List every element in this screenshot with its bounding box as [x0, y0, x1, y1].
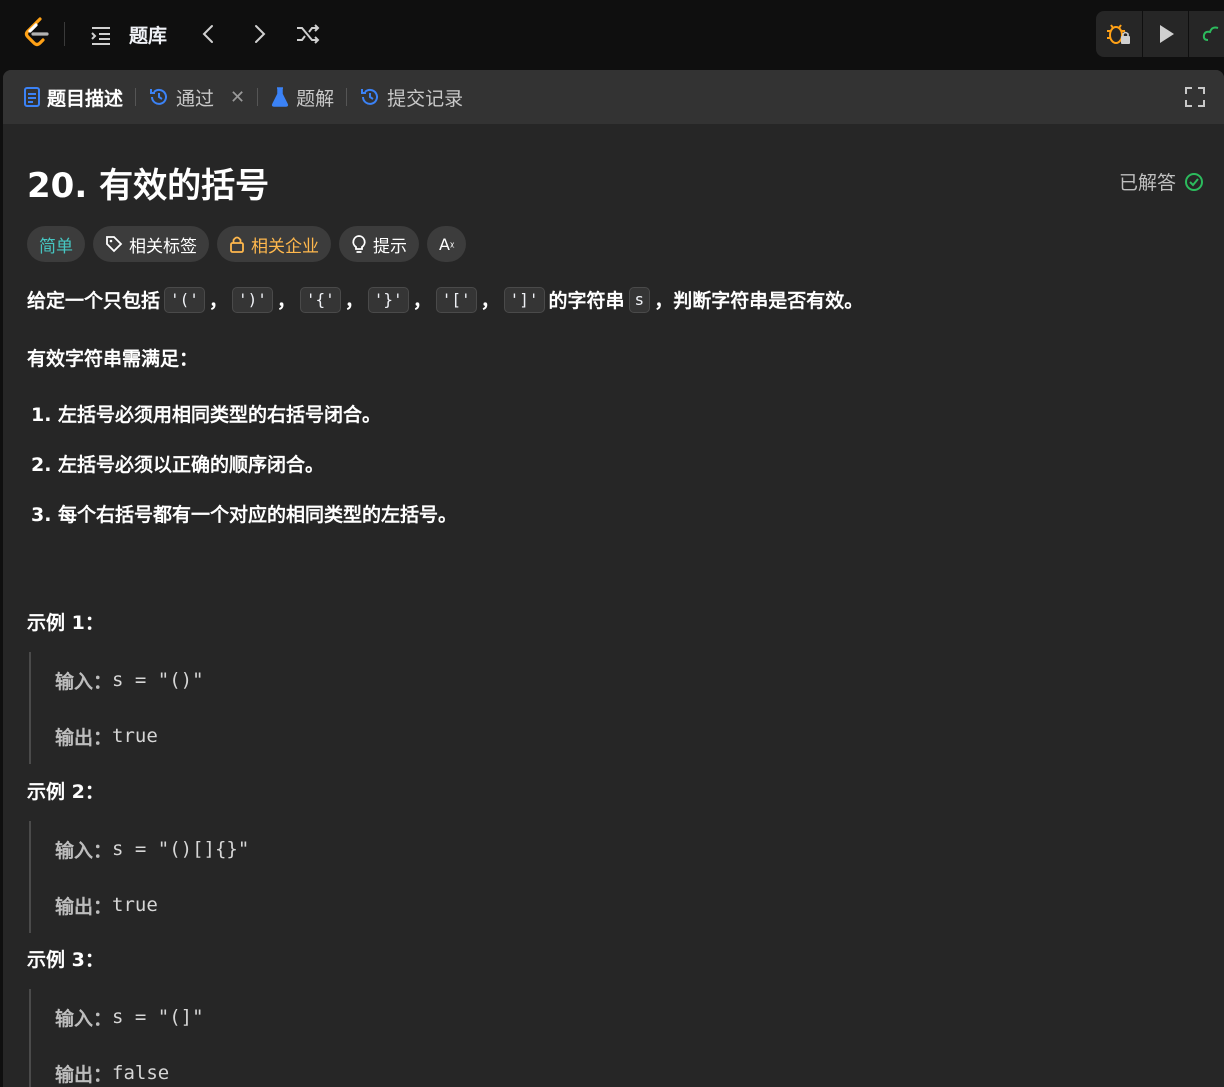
solved-status-label: 已解答 [1118, 172, 1176, 194]
difficulty-badge: 简单 [27, 226, 85, 262]
list-item: 2. 左括号必须以正确的顺序闭合。 [31, 454, 325, 476]
shuffle-icon[interactable] [295, 22, 321, 46]
example-block: 输入： s = "()[]{}" 输出： true [29, 821, 429, 933]
cloud-upload-icon [1202, 26, 1218, 41]
output-label: 输出： [55, 1063, 113, 1086]
tab-accepted-label: 通过 [176, 87, 215, 110]
play-icon [1159, 25, 1174, 43]
tab-solutions-label: 题解 [296, 87, 335, 110]
example-block: 输入： s = "()" 输出： true [29, 652, 429, 764]
problem-description: 给定一个只包括 '(' ， ')' ， '{' ， '}' ， '[' ， ']… [27, 286, 863, 313]
run-actions [1096, 11, 1224, 57]
history-icon [361, 88, 379, 105]
close-icon[interactable]: ✕ [230, 87, 245, 108]
inline-code: ']' [503, 286, 545, 313]
tab-solutions[interactable]: 题解 [270, 70, 334, 124]
input-value: s = "()" [112, 669, 204, 691]
example-block: 输入： s = "(]" 输出： false [29, 989, 429, 1087]
comma: ， [480, 290, 500, 312]
example-input: 输入： s = "()[]{}" [55, 821, 429, 877]
flask-icon [272, 87, 289, 107]
fullscreen-icon[interactable] [1184, 86, 1206, 108]
tab-description-label: 题目描述 [47, 87, 124, 110]
input-value: s = "()[]{}" [112, 838, 250, 860]
list-item: 1. 左括号必须用相同类型的右括号闭合。 [31, 404, 382, 426]
output-label: 输出： [55, 726, 113, 749]
hint-label: 提示 [373, 236, 407, 257]
tab-divider [346, 88, 348, 106]
top-nav: 题库 [0, 0, 1224, 70]
desc-mid: 的字符串 [548, 290, 625, 312]
related-companies-button[interactable]: 相关企业 [217, 226, 331, 262]
output-value: true [112, 894, 158, 916]
requirements-list: 1. 左括号必须用相同类型的右括号闭合。 2. 左括号必须以正确的顺序闭合。 3… [31, 400, 457, 550]
history-icon [150, 88, 167, 105]
output-value: false [112, 1062, 170, 1084]
inline-code-var: s [628, 286, 651, 313]
output-label: 输出： [55, 895, 113, 918]
tab-divider [257, 88, 259, 106]
related-tags-label: 相关标签 [129, 236, 197, 257]
example-input: 输入： s = "()" [55, 652, 429, 708]
submit-button[interactable] [1189, 11, 1224, 57]
run-button[interactable] [1143, 11, 1190, 57]
example-heading: 示例 1： [27, 612, 104, 634]
example-heading: 示例 2： [27, 781, 104, 803]
related-tags-button[interactable]: 相关标签 [93, 226, 209, 262]
lightbulb-icon [352, 235, 366, 253]
example-output: 输出： true [55, 708, 429, 764]
tag-icon [106, 236, 123, 253]
tab-divider [135, 88, 137, 106]
input-value: s = "(]" [112, 1006, 204, 1028]
prev-problem-icon[interactable] [198, 22, 220, 46]
inline-code: '{' [299, 286, 341, 313]
comma: ， [412, 290, 432, 312]
example-output: 输出： true [55, 877, 429, 933]
lock-icon [230, 236, 244, 253]
comma: ， [276, 290, 296, 312]
tab-submissions-label: 提交记录 [387, 87, 464, 110]
example-heading: 示例 3： [27, 949, 104, 971]
problem-panel: 题目描述 通过 ✕ 题解 提交记录 20. 有效的括号 已解答 简单 相关标签 … [3, 70, 1224, 1087]
desc-suffix: ，判断字符串是否有效。 [654, 290, 864, 312]
leetcode-logo[interactable] [22, 17, 52, 49]
input-label: 输入： [55, 839, 113, 862]
panel-tabbar: 题目描述 通过 ✕ 题解 提交记录 [3, 70, 1224, 124]
input-label: 输入： [55, 670, 113, 693]
problem-list-icon[interactable] [90, 24, 112, 46]
problem-tags: 简单 相关标签 相关企业 提示 Aᵡ [27, 226, 467, 262]
nav-divider [64, 22, 65, 46]
input-label: 输入： [55, 1007, 113, 1030]
example-output: 输出： false [55, 1045, 429, 1087]
hint-button[interactable]: 提示 [339, 226, 419, 262]
translate-icon: Aᵡ [439, 234, 455, 254]
comma: ， [208, 290, 228, 312]
problem-title[interactable]: 20. 有效的括号 [27, 158, 269, 207]
check-circle-icon [1185, 172, 1203, 191]
problem-bank-link[interactable]: 题库 [129, 21, 167, 48]
document-icon [24, 87, 40, 107]
comma: ， [344, 290, 364, 312]
inline-code: '(' [164, 286, 205, 313]
solved-status: 已解答 [1119, 168, 1204, 195]
difficulty-label: 简单 [39, 236, 73, 257]
inline-code: '}' [367, 286, 409, 313]
debug-button[interactable] [1096, 11, 1143, 57]
debug-bug-lock-icon [1106, 24, 1130, 44]
inline-code: '[' [435, 286, 477, 313]
example-input: 输入： s = "(]" [55, 989, 429, 1045]
tab-description[interactable]: 题目描述 [23, 70, 123, 124]
related-companies-label: 相关企业 [251, 236, 319, 257]
next-problem-icon[interactable] [248, 22, 270, 46]
inline-code: ')' [231, 286, 273, 313]
tab-accepted[interactable]: 通过 ✕ [148, 70, 245, 124]
requirements-heading: 有效字符串需满足： [27, 348, 199, 370]
output-value: true [112, 725, 158, 747]
desc-prefix: 给定一个只包括 [27, 290, 161, 312]
list-item: 3. 每个右括号都有一个对应的相同类型的左括号。 [31, 504, 458, 526]
tab-submissions[interactable]: 提交记录 [359, 70, 463, 124]
translate-button[interactable]: Aᵡ [427, 226, 467, 262]
